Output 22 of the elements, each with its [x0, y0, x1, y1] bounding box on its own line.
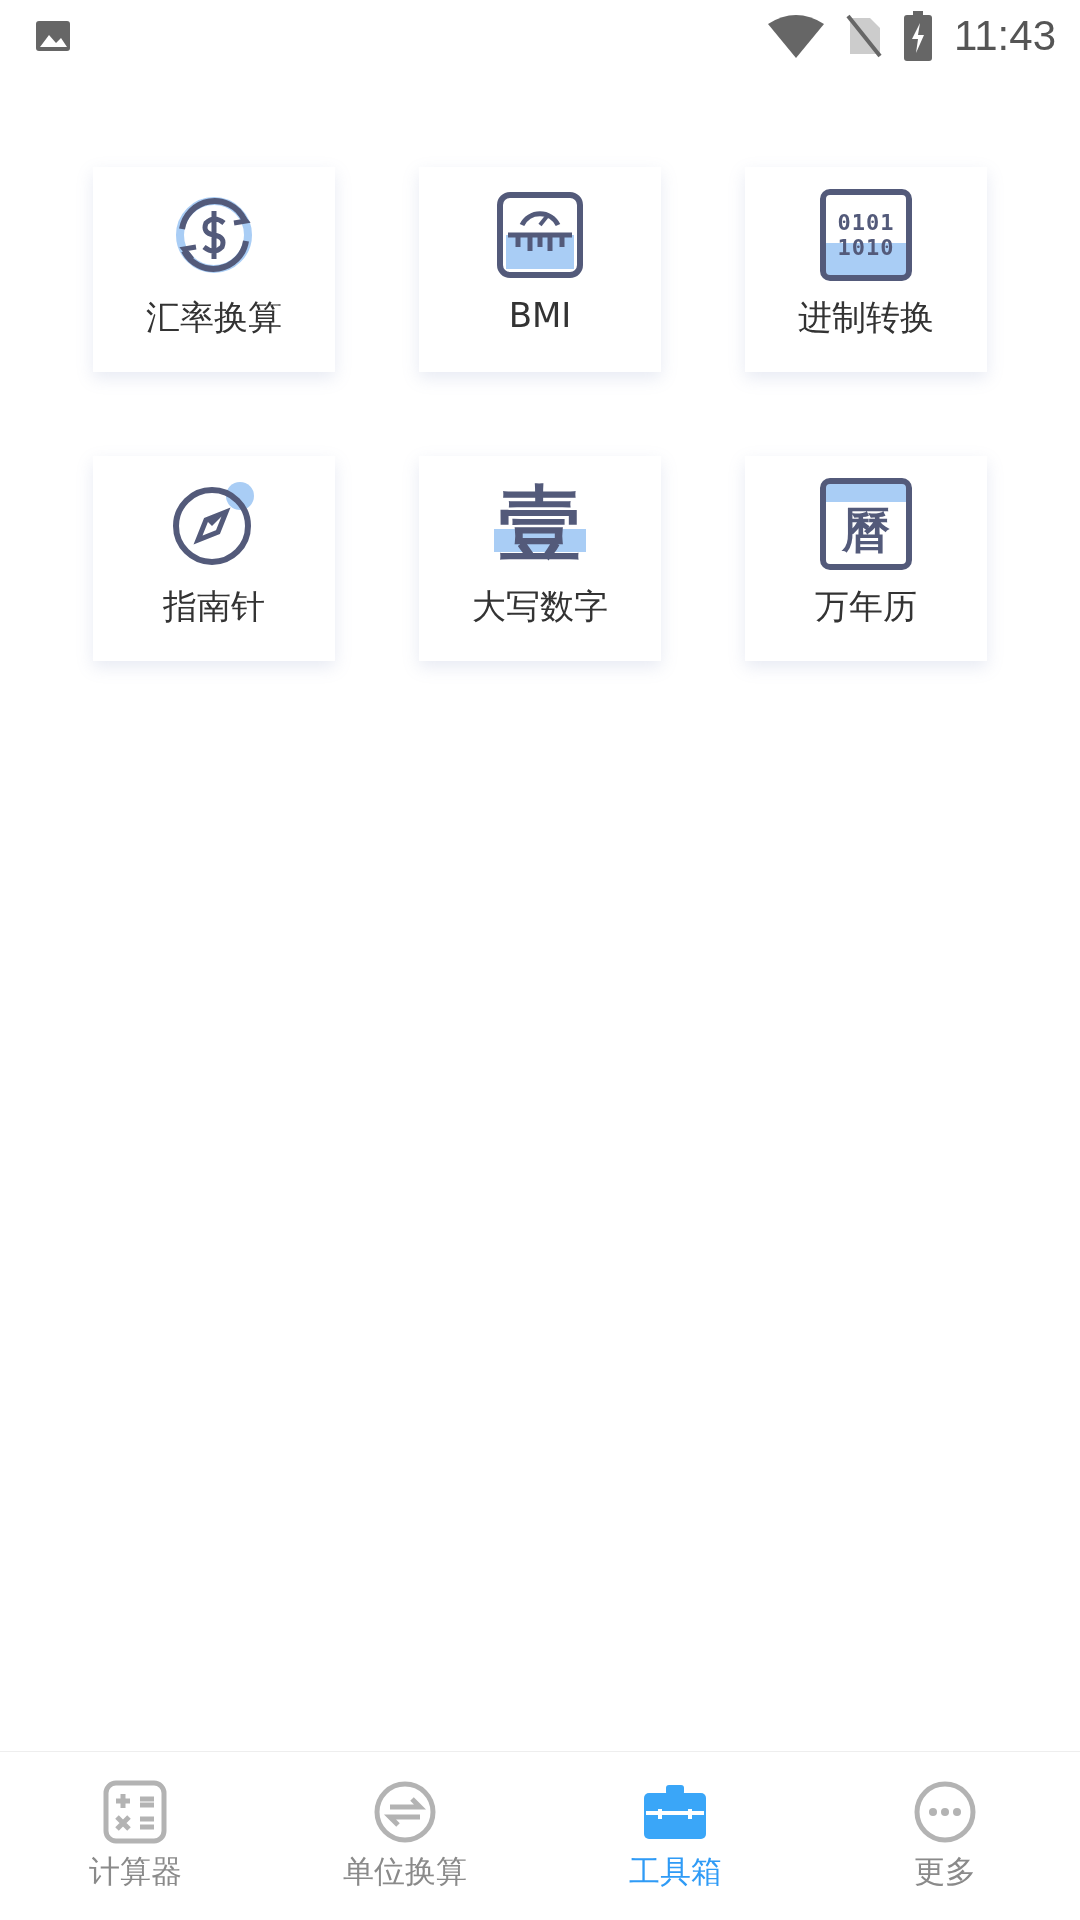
- tool-label: 万年历: [815, 585, 917, 628]
- no-sim-icon: [846, 14, 882, 58]
- wifi-icon: [768, 14, 824, 58]
- tool-card[interactable]: 曆 万年历: [745, 456, 987, 661]
- more-icon: [912, 1779, 978, 1845]
- binary-digits-icon: 0101 1010: [820, 189, 912, 281]
- tool-label: 汇率换算: [146, 296, 282, 339]
- calendar-icon: 曆: [820, 478, 912, 570]
- tool-label: BMI: [508, 295, 572, 335]
- tool-card[interactable]: 指南针: [93, 456, 335, 661]
- tool-card[interactable]: 壹 大写数字: [419, 456, 661, 661]
- clock-time: 11:43: [954, 12, 1056, 60]
- tool-card[interactable]: 0101 1010 进制转换: [745, 167, 987, 372]
- battery-charging-icon: [904, 11, 932, 61]
- tool-label: 指南针: [163, 585, 265, 628]
- scale-icon: [494, 189, 586, 281]
- tool-label: 进制转换: [798, 296, 934, 339]
- swap-arrows-icon: [372, 1779, 438, 1845]
- tool-card[interactable]: 汇率换算: [93, 167, 335, 372]
- tool-label: 大写数字: [472, 585, 608, 628]
- tool-card[interactable]: BMI: [419, 167, 661, 372]
- calculator-icon: [102, 1779, 168, 1845]
